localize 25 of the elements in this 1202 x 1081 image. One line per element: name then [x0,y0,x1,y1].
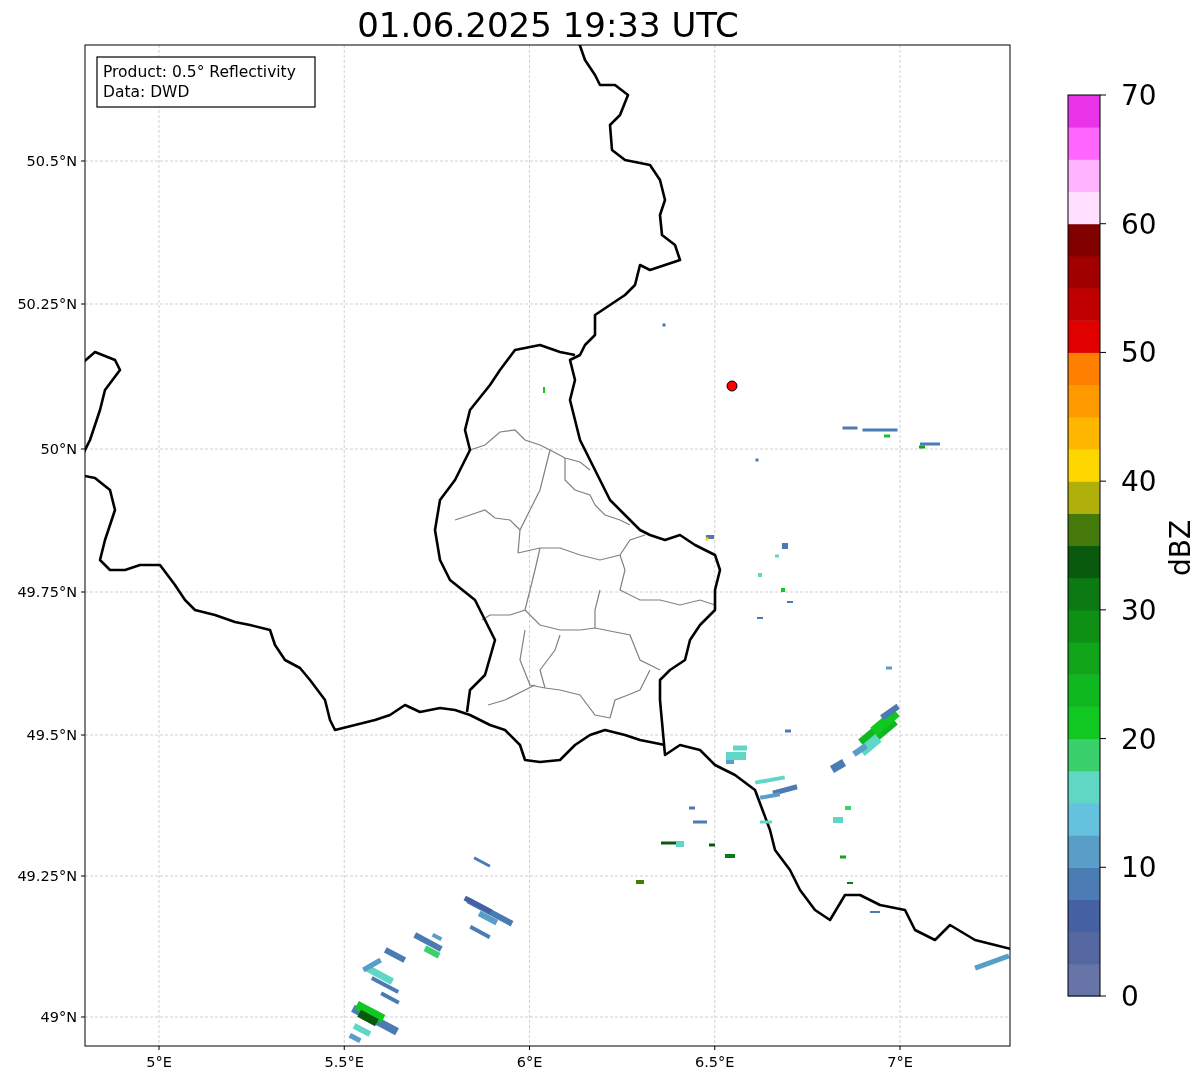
latitude-label: 49°N [40,1009,77,1025]
station-marker [726,380,738,392]
latitude-label: 49.25°N [17,868,77,884]
info-text: Data: DWD [103,83,190,101]
longitude-label: 6°E [516,1054,543,1070]
chart-title: 01.06.2025 19:33 UTC [357,5,739,45]
colorbar-tick-label: 70 [1121,79,1157,112]
info-text: Product: 0.5° Reflectivity [103,63,296,81]
latitude-label: 50.5°N [26,153,77,169]
colorbar-label: dBZ [1164,519,1197,577]
longitude-label: 5.5°E [324,1054,364,1070]
colorbar-tick-label: 40 [1121,465,1157,499]
colorbar-tick-label: 10 [1121,851,1157,885]
longitude-label: 7°E [887,1054,913,1070]
colorbar-tick-label: 30 [1121,593,1157,627]
colorbar-tick-label: 60 [1121,207,1157,241]
colorbar-tick-label: 20 [1121,722,1157,756]
latitude-label: 50°N [40,441,77,457]
latitude-label: 49.75°N [17,584,77,600]
colorbar-tick-label: 0 [1121,980,1139,1013]
longitude-label: 6.5°E [695,1054,735,1070]
colorbar-tick-label: 50 [1121,336,1157,370]
longitude-label: 5°E [146,1054,172,1070]
latitude-label: 49.5°N [26,727,77,743]
latitude-label: 50.25°N [17,296,77,312]
